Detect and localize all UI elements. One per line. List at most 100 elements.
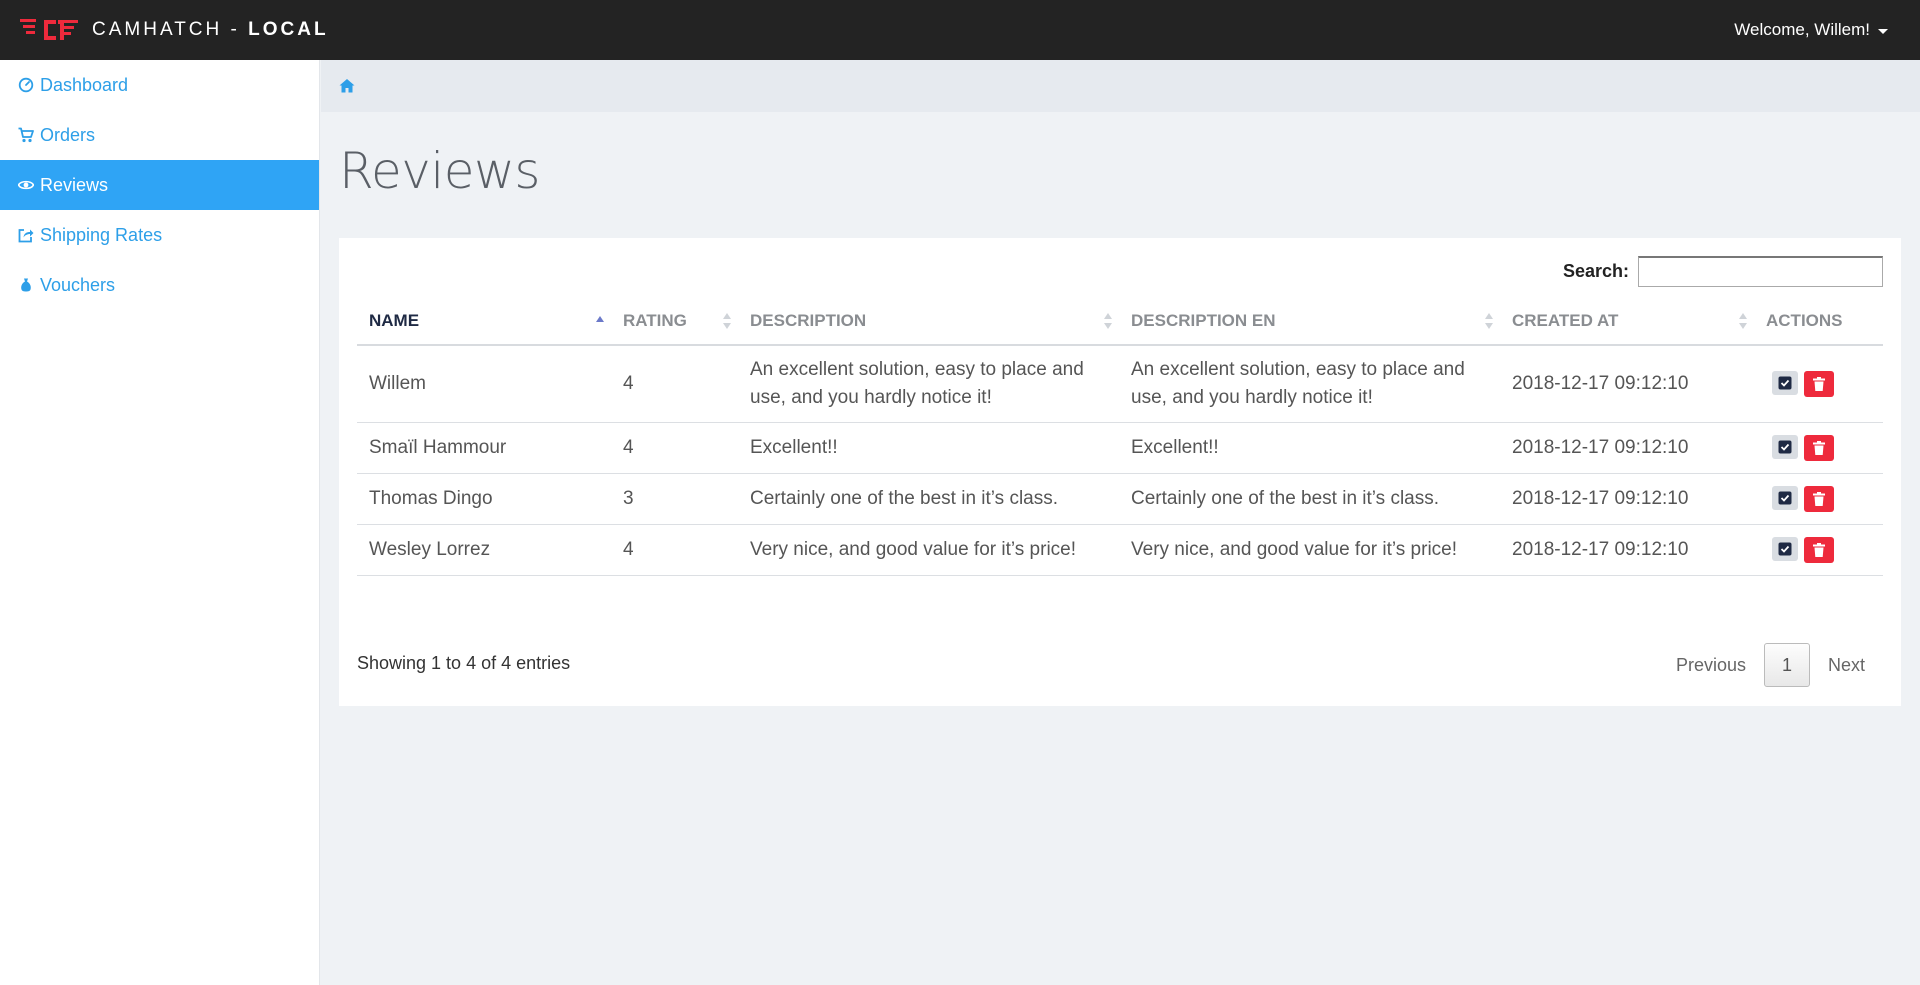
delete-button[interactable] [1804,434,1834,461]
reviews-table: NAME RATING DESCRIPTION DESCRIPTION EN C… [357,298,1883,576]
column-header-label: RATING [623,311,687,330]
caret-down-icon [1878,28,1888,34]
share-icon [18,229,34,243]
cell-description: An excellent solution, easy to place and… [738,345,1119,423]
cell-name: Wesley Lorrez [357,524,611,576]
edit-button[interactable] [1772,485,1798,510]
welcome-text: Welcome, Willem! [1734,20,1870,39]
trash-icon [1813,376,1825,391]
brand-name: CAMHATCH - [92,19,249,40]
home-icon[interactable] [338,77,356,95]
cell-description-en: Very nice, and good value for it’s price… [1119,524,1500,576]
cell-actions [1754,473,1883,525]
eye-icon [18,180,34,190]
cell-description: Excellent!! [738,422,1119,474]
sidebar-item-dashboard[interactable]: Dashboard [0,60,319,110]
sidebar-item-reviews[interactable]: Reviews [0,160,319,210]
cell-actions [1754,524,1883,576]
sidebar-item-shipping-rates[interactable]: Shipping Rates [0,210,319,260]
cell-name: Willem [357,345,611,423]
cell-rating: 4 [611,422,738,474]
search-input[interactable] [1638,256,1883,287]
cell-created-at: 2018-12-17 09:12:10 [1500,422,1754,474]
trash-icon [1813,440,1825,455]
check-square-icon [1778,542,1792,555]
cell-description: Very nice, and good value for it’s price… [738,524,1119,576]
cell-rating: 4 [611,345,738,423]
table-row: Willem 4 An excellent solution, easy to … [357,345,1883,423]
delete-button[interactable] [1804,536,1834,563]
cell-description-en: An excellent solution, easy to place and… [1119,345,1500,423]
sidebar-item-label: Vouchers [40,274,116,295]
money-bag-icon [21,278,31,292]
column-header-description-en[interactable]: DESCRIPTION EN [1119,298,1500,346]
column-header-actions: ACTIONS [1754,298,1883,346]
sidebar-item-label: Reviews [40,174,109,195]
sidebar-item-orders[interactable]: Orders [0,110,319,160]
cell-actions [1754,422,1883,474]
edit-button[interactable] [1772,536,1798,561]
top-navbar: CAMHATCH - LOCAL Welcome, Willem! [0,0,1920,60]
sort-icon [1104,313,1113,329]
reviews-panel: Search: NAME RATING DESCRIPTION DESCRIPT… [339,238,1901,706]
column-header-name[interactable]: NAME [357,298,611,346]
delete-button[interactable] [1804,485,1834,512]
previous-page-button[interactable]: Previous [1658,643,1764,687]
sidebar-item-vouchers[interactable]: Vouchers [0,260,319,310]
column-header-rating[interactable]: RATING [611,298,738,346]
cell-description: Certainly one of the best in it’s class. [738,473,1119,525]
trash-icon [1813,542,1825,557]
edit-button[interactable] [1772,370,1798,395]
cell-created-at: 2018-12-17 09:12:10 [1500,473,1754,525]
cell-rating: 4 [611,524,738,576]
edit-button[interactable] [1772,434,1798,459]
sidebar-item-label: Shipping Rates [40,224,163,245]
check-square-icon [1778,440,1792,453]
brand[interactable]: CAMHATCH - LOCAL [20,17,329,43]
column-header-description[interactable]: DESCRIPTION [738,298,1119,346]
sidebar-item-label: Dashboard [40,74,129,95]
cell-actions [1754,345,1883,423]
column-header-label: NAME [369,311,420,330]
trash-icon [1813,491,1825,506]
sort-icon [1739,313,1748,329]
table-header-row: NAME RATING DESCRIPTION DESCRIPTION EN C… [357,298,1883,346]
cell-created-at: 2018-12-17 09:12:10 [1500,345,1754,423]
table-row: Wesley Lorrez 4 Very nice, and good valu… [357,524,1883,576]
column-header-label: ACTIONS [1766,311,1843,330]
cart-icon [18,127,34,143]
cell-description-en: Excellent!! [1119,422,1500,474]
cell-name: Thomas Dingo [357,473,611,525]
dashboard-icon [18,77,34,93]
sort-icon [723,313,732,329]
check-square-icon [1778,376,1792,390]
cell-name: Smaïl Hammour [357,422,611,474]
table-row: Thomas Dingo 3 Certainly one of the best… [357,473,1883,525]
search-box: Search: [1563,256,1883,287]
cell-rating: 3 [611,473,738,525]
user-menu[interactable]: Welcome, Willem! [1734,20,1900,40]
sidebar-item-label: Orders [40,124,96,145]
cell-description-en: Certainly one of the best in it’s class. [1119,473,1500,525]
page-title: Reviews [339,142,540,200]
sort-asc-icon [596,313,605,329]
breadcrumb [321,60,1920,112]
check-square-icon [1778,491,1792,504]
table-row: Smaïl Hammour 4 Excellent!! Excellent!! … [357,422,1883,474]
column-header-label: DESCRIPTION [750,311,867,330]
table-info: Showing 1 to 4 of 4 entries [357,653,571,673]
search-label: Search: [1562,261,1629,281]
page-1-button[interactable]: 1 [1763,643,1810,687]
column-header-label: CREATED AT [1512,311,1619,330]
cell-created-at: 2018-12-17 09:12:10 [1500,524,1754,576]
sidebar: Dashboard Orders Reviews Shipping Rates … [0,60,320,985]
next-page-button[interactable]: Next [1810,643,1883,687]
camhatch-logo-icon [20,17,78,43]
brand-title: CAMHATCH - LOCAL [92,19,329,41]
pagination: Previous 1 Next [1658,643,1883,687]
column-header-created-at[interactable]: CREATED AT [1500,298,1754,346]
sort-icon [1485,313,1494,329]
column-header-label: DESCRIPTION EN [1131,311,1276,330]
brand-env: LOCAL [248,19,329,40]
delete-button[interactable] [1804,370,1834,397]
